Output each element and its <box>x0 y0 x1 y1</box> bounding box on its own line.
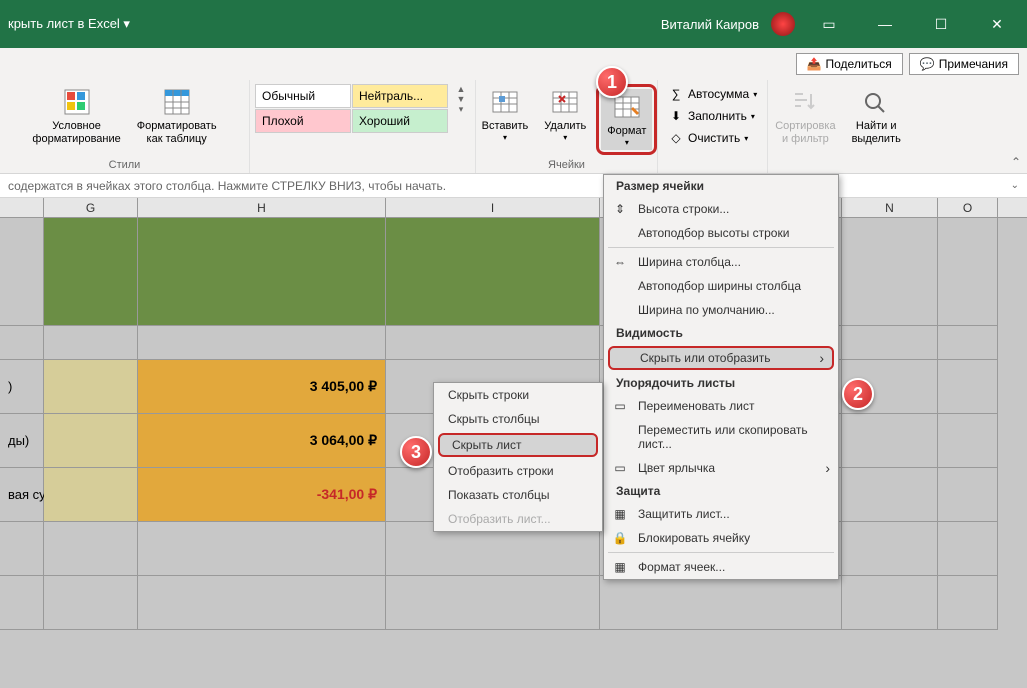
style-bad[interactable]: Плохой <box>255 109 351 133</box>
col-header[interactable] <box>0 198 44 217</box>
format-menu: Размер ячейки ⇕ Высота строки... Автопод… <box>603 174 839 580</box>
submenu-hide-rows[interactable]: Скрыть строки <box>434 383 602 407</box>
share-icon: 📤 <box>807 57 822 71</box>
format-button[interactable]: Формат ▾ <box>601 89 652 150</box>
submenu-show-rows[interactable]: Отобразить строки <box>434 459 602 483</box>
menu-format-cells[interactable]: ▦ Формат ячеек... <box>604 555 838 579</box>
col-header[interactable]: H <box>138 198 386 217</box>
format-cells-icon: ▦ <box>612 559 628 575</box>
ribbon: Условное форматирование Форматировать ка… <box>0 80 1027 174</box>
ribbon-display-button[interactable]: ▭ <box>807 10 851 38</box>
comment-icon: 💬 <box>920 57 935 71</box>
menu-section-organize: Упорядочить листы <box>604 372 838 394</box>
collapse-ribbon-icon[interactable]: ⌃ <box>1011 155 1021 169</box>
menu-rename-sheet[interactable]: ▭ Переименовать лист <box>604 394 838 418</box>
callout-3: 3 <box>400 436 432 468</box>
fill-button[interactable]: ⬇ Заполнить ▾ <box>664 106 759 126</box>
style-good[interactable]: Хороший <box>352 109 448 133</box>
formula-bar[interactable]: содержатся в ячейках этого столбца. Нажм… <box>0 174 1027 198</box>
submenu-show-cols[interactable]: Показать столбцы <box>434 483 602 507</box>
close-button[interactable]: ✕ <box>975 10 1019 38</box>
rename-icon: ▭ <box>612 398 628 414</box>
maximize-button[interactable]: ☐ <box>919 10 963 38</box>
delete-button[interactable]: Удалить ▾ <box>538 84 592 145</box>
submenu-show-sheet: Отобразить лист... <box>434 507 602 531</box>
cells-group-label: Ячейки <box>548 159 585 171</box>
formula-expand-icon[interactable]: ⌄ <box>1011 180 1019 191</box>
autosum-button[interactable]: ∑ Автосумма ▾ <box>664 84 761 104</box>
menu-hide-show[interactable]: Скрыть или отобразить <box>608 346 834 370</box>
style-normal[interactable]: Обычный <box>255 84 351 108</box>
minimize-button[interactable]: — <box>863 10 907 38</box>
submenu-hide-cols[interactable]: Скрыть столбцы <box>434 407 602 431</box>
avatar[interactable] <box>771 12 795 36</box>
callout-1: 1 <box>596 66 628 98</box>
row-height-icon: ⇕ <box>612 201 628 217</box>
delete-icon <box>549 86 581 118</box>
hide-show-submenu: Скрыть строки Скрыть столбцы Скрыть лист… <box>433 382 603 532</box>
style-neutral[interactable]: Нейтраль... <box>352 84 448 108</box>
conditional-formatting-button[interactable]: Условное форматирование <box>26 84 126 148</box>
user-name: Виталий Каиров <box>661 17 759 32</box>
callout-2: 2 <box>842 378 874 410</box>
sigma-icon: ∑ <box>668 86 684 102</box>
title-bar: крыть лист в Excel ▾ Виталий Каиров ▭ — … <box>0 0 1027 48</box>
shield-icon: ▦ <box>612 506 628 522</box>
col-header[interactable]: N <box>842 198 938 217</box>
style-gallery-expand[interactable]: ▲▼▾ <box>452 84 470 115</box>
share-bar: 📤 Поделиться 💬 Примечания <box>0 48 1027 80</box>
grid-cell[interactable]: 3 064,00 ₽ <box>138 414 386 468</box>
window-title: крыть лист в Excel ▾ <box>8 16 130 32</box>
styles-group-label: Стили <box>109 159 141 171</box>
menu-section-size: Размер ячейки <box>604 175 838 197</box>
color-icon: ▭ <box>612 460 628 476</box>
insert-icon <box>489 86 521 118</box>
sort-icon <box>789 86 821 118</box>
table-icon <box>161 86 193 118</box>
eraser-icon: ◇ <box>668 130 684 146</box>
search-icon <box>860 86 892 118</box>
sort-filter-button[interactable]: Сортировка и фильтр <box>769 84 841 148</box>
col-width-icon: ⇔ <box>612 254 628 270</box>
menu-lock-cell[interactable]: 🔒 Блокировать ячейку <box>604 526 838 550</box>
comments-button[interactable]: 💬 Примечания <box>909 53 1019 75</box>
clear-button[interactable]: ◇ Очистить ▾ <box>664 128 752 148</box>
menu-row-height[interactable]: ⇕ Высота строки... <box>604 197 838 221</box>
share-button[interactable]: 📤 Поделиться <box>796 53 903 75</box>
submenu-hide-sheet[interactable]: Скрыть лист <box>438 433 598 457</box>
menu-section-protect: Защита <box>604 480 838 502</box>
menu-protect-sheet[interactable]: ▦ Защитить лист... <box>604 502 838 526</box>
fill-icon: ⬇ <box>668 108 684 124</box>
col-header[interactable]: O <box>938 198 998 217</box>
lock-icon: 🔒 <box>612 530 628 546</box>
find-select-button[interactable]: Найти и выделить <box>846 84 907 148</box>
menu-default-width[interactable]: Ширина по умолчанию... <box>604 298 838 322</box>
conditional-format-icon <box>61 86 93 118</box>
menu-section-visibility: Видимость <box>604 322 838 344</box>
cell-styles-gallery[interactable]: Обычный Нейтраль... Плохой Хороший <box>255 84 448 133</box>
grid-cell[interactable]: 3 405,00 ₽ <box>138 360 386 414</box>
menu-col-width[interactable]: ⇔ Ширина столбца... <box>604 250 838 274</box>
grid-cell[interactable]: -341,00 ₽ <box>138 468 386 522</box>
menu-tab-color[interactable]: ▭ Цвет ярлычка <box>604 456 838 480</box>
insert-button[interactable]: Вставить ▾ <box>476 84 535 145</box>
menu-move-copy[interactable]: Переместить или скопировать лист... <box>604 418 838 456</box>
col-header[interactable]: I <box>386 198 600 217</box>
menu-autofit-col[interactable]: Автоподбор ширины столбца <box>604 274 838 298</box>
col-header[interactable]: G <box>44 198 138 217</box>
format-as-table-button[interactable]: Форматировать как таблицу <box>131 84 223 148</box>
menu-autofit-row[interactable]: Автоподбор высоты строки <box>604 221 838 245</box>
